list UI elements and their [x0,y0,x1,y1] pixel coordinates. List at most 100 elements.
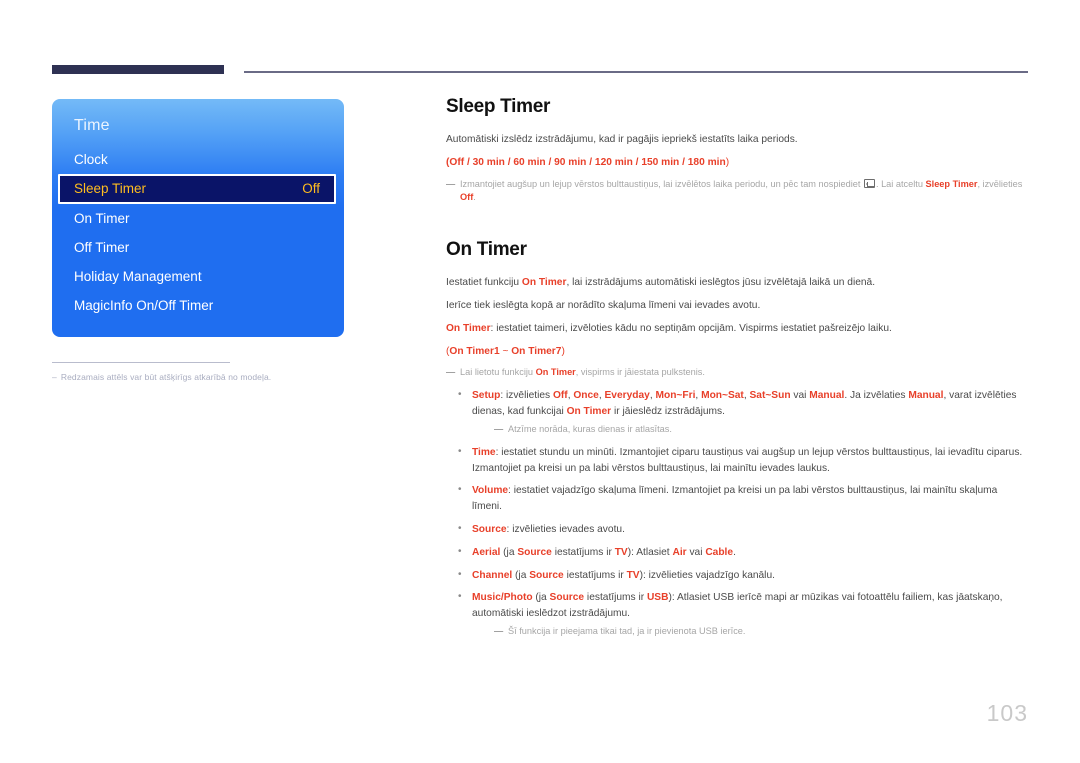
note-accent-on-timer: On Timer [535,367,576,378]
note-text-part1: Izmantojiet augšup un lejup vērstos bult… [460,178,863,189]
note-dash: — [446,178,456,189]
bullet-label-channel: Channel [472,569,513,581]
channel-accent-tv: TV [626,569,640,581]
aerial-accent-tv: TV [614,546,628,558]
setup-text-e: ir jāieslēdz izstrādājums. [611,406,725,418]
osd-item-label: Sleep Timer [74,181,147,196]
note-accent-off: Off [460,192,474,203]
osd-item-label: On Timer [74,211,130,226]
osd-item-label: MagicInfo On/Off Timer [74,298,214,313]
music-photo-text-a: (ja [532,592,550,604]
sleep-timer-intro: Automātiski izslēdz izstrādājumu, kad ir… [446,134,798,145]
channel-text-a: (ja [512,569,530,581]
range-on-timer7: On Timer7 [511,345,562,357]
music-photo-text-b: iestatījums ir [584,592,647,604]
volume-text-a: : iestatiet vajadzīgo skaļuma līmeni. Iz… [472,485,998,513]
setup-text-b: vai [790,390,810,402]
bullet-label-volume: Volume [472,485,509,497]
note-dash: — [494,423,504,434]
setup-option-mon-fri: Mon~Fri [655,390,696,402]
note-text: Atzīme norāda, kuras dienas ir atlasītas… [508,423,672,434]
aerial-text-a: (ja [500,546,518,558]
sleep-timer-note: — Izmantojiet augšup un lejup vērstos bul… [446,178,1030,206]
osd-item-holiday-management[interactable]: Holiday Management [52,262,344,291]
sleep-timer-option-values: Off / 30 min / 60 min / 90 min / 120 min… [449,156,726,168]
range-on-timer1: On Timer1 [449,345,500,357]
note-dash: — [446,367,456,378]
setup-accent-on-timer: On Timer [566,406,612,418]
bullet-channel: Channel (ja Source iestatījums ir TV): i… [446,567,1030,584]
aerial-accent-air: Air [672,546,687,558]
setup-option-manual-2: Manual [908,390,944,402]
aerial-text-b: iestatījums ir [551,546,615,558]
footnote-dash: – [52,372,57,382]
bullet-music-photo: Music/Photo (ja Source iestatījums ir US… [446,589,1030,639]
setup-option-sat-sun: Sat~Sun [749,390,791,402]
aerial-accent-source: Source [517,546,552,558]
aerial-accent-cable: Cable [705,546,734,558]
content-column: Sleep Timer Automātiski izslēdz izstrādā… [446,96,1030,647]
bullet-label-aerial: Aerial [472,546,501,558]
footnote-divider [52,362,230,363]
note-dash: — [494,626,504,636]
osd-menu-title: Time [74,117,110,134]
note-text-part2: . Lai atceltu [875,178,926,189]
on-timer-line-1: Iestatiet funkciju On Timer, lai izstrād… [446,275,1030,291]
sleep-timer-options-line: (Off / 30 min / 60 min / 90 min / 120 mi… [446,155,1030,171]
bullet-source: Source: izvēlieties ievades avotu. [446,521,1030,538]
music-photo-note: — Šī funkcija ir pieejama tikai tad, ja i… [494,625,1030,639]
setup-option-off: Off [552,390,568,402]
aerial-text-e: . [733,546,736,558]
setup-option-everyday: Everyday [604,390,650,402]
line3-accent-on-timer: On Timer [446,322,491,334]
note-text: Šī funkcija ir pieejama tikai tad, ja ir… [508,626,746,636]
line1-accent-on-timer: On Timer [521,277,567,289]
note-text-part3: , izvēlieties [977,178,1023,189]
setup-note: — Atzīme norāda, kuras dienas ir atlasīta… [494,423,1030,437]
osd-item-magicinfo-on-off-timer[interactable]: MagicInfo On/Off Timer [52,291,344,320]
bullet-label-music-photo: Music/Photo [472,592,533,604]
bullet-time: Time: iestatiet stundu un minūti. Izmant… [446,444,1030,477]
section-title-on-timer: On Timer [446,239,527,261]
osd-item-off-timer[interactable]: Off Timer [52,233,344,262]
note-accent-sleep-timer: Sleep Timer [925,178,978,189]
footnote-text: Redzamais attēls var būt atšķirīgs atkar… [60,372,272,382]
paren-close: ) [561,345,565,357]
aerial-text-d: vai [686,546,706,558]
osd-item-on-timer[interactable]: On Timer [52,204,344,233]
paren-close: ) [725,156,730,168]
osd-item-sleep-timer[interactable]: Sleep Timer Off [58,174,336,204]
setup-option-once: Once [573,390,599,402]
bullet-volume: Volume: iestatiet vajadzīgo skaļuma līme… [446,482,1030,515]
bullet-label-setup: Setup [472,390,501,402]
range-tilde: ~ [499,345,512,357]
time-text-b: Izmantojiet pa kreisi un pa labi vērstos… [472,462,830,474]
header-bar-thick [52,65,224,74]
osd-item-clock[interactable]: Clock [52,145,344,174]
setup-option-manual: Manual [809,390,845,402]
note-b: , vispirms ir jāiestata pulkstenis. [575,367,705,378]
osd-footnote: – Redzamais attēls var būt atšķirīgs atka… [52,372,344,382]
on-timer-bullet-list: Setup: izvēlieties Off, Once, Everyday, … [446,387,1030,639]
osd-item-value: Off [302,181,320,196]
osd-item-label: Off Timer [74,240,130,255]
line1-a: Iestatiet funkciju [446,277,522,289]
line3-b: : iestatiet taimeri, izvēloties kādu no … [490,322,892,334]
on-timer-clock-note: — Lai lietotu funkciju On Timer, vispirms… [446,366,1030,380]
left-column: Time Clock Sleep Timer Off On Timer Off … [52,99,344,382]
osd-item-label: Holiday Management [74,269,202,284]
on-timer-range-line: (On Timer1 ~ On Timer7) [446,344,1030,360]
osd-menu-panel: Time Clock Sleep Timer Off On Timer Off … [52,99,344,337]
page-number: 103 [986,700,1028,726]
setup-text-a: : izvēlieties [500,390,553,402]
bullet-setup: Setup: izvēlieties Off, Once, Everyday, … [446,387,1030,437]
source-text-a: : izvēlieties ievades avotu. [506,523,625,535]
bullet-label-source: Source [472,523,507,535]
music-photo-accent-source: Source [549,592,585,604]
header-rule-line [244,71,1028,73]
line1-b: , lai izstrādājums automātiski ieslēgtos… [566,277,876,289]
setup-option-mon-sat: Mon~Sat [701,390,744,402]
bullet-aerial: Aerial (ja Source iestatījums ir TV): At… [446,544,1030,561]
on-timer-line-2: Ierīce tiek ieslēgta kopā ar norādīto sk… [446,300,761,312]
channel-accent-source: Source [529,569,564,581]
